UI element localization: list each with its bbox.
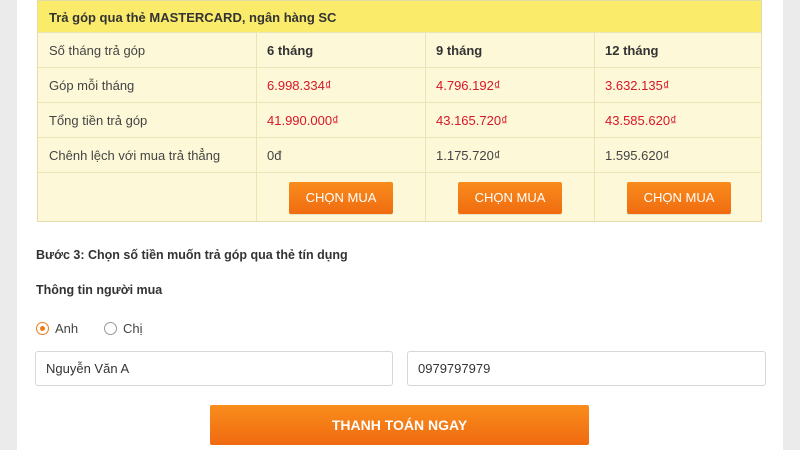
step-3-title: Bước 3: Chọn số tiền muốn trả góp qua th… xyxy=(36,248,348,262)
gender-radio-anh[interactable]: Anh xyxy=(36,320,78,336)
empty-cell xyxy=(38,173,256,221)
row-label: Chênh lệch với mua trả thẳng xyxy=(49,148,221,163)
pay-now-button[interactable]: THANH TOÁN NGAY xyxy=(210,405,589,445)
row-total: Tổng tiền trả góp 41.990.000₫ 43.165.720… xyxy=(38,102,761,137)
difference-6: 0đ xyxy=(256,138,425,172)
phone-input[interactable]: 0979797979 xyxy=(407,351,766,386)
gender-radio-chi[interactable]: Chị xyxy=(104,320,143,336)
row-monthly-payment: Góp mỗi tháng 6.998.334₫ 4.796.192₫ 3.63… xyxy=(38,67,761,102)
difference-9: 1.175.720₫ xyxy=(425,138,594,172)
buyer-info-title: Thông tin người mua xyxy=(36,283,163,297)
action-cell-12: CHỌN MUA xyxy=(594,173,761,221)
radio-unchecked-icon[interactable] xyxy=(104,321,117,335)
total-9: 43.165.720₫ xyxy=(425,103,594,137)
months-12: 12 tháng xyxy=(594,33,761,67)
difference-12: 1.595.620₫ xyxy=(594,138,761,172)
row-difference: Chênh lệch với mua trả thẳng 0đ 1.175.72… xyxy=(38,137,761,172)
monthly-payment-12: 3.632.135₫ xyxy=(594,68,761,102)
row-months: Số tháng trả góp 6 tháng 9 tháng 12 thán… xyxy=(38,32,761,67)
monthly-payment-6: 6.998.334₫ xyxy=(256,68,425,102)
months-6: 6 tháng xyxy=(256,33,425,67)
total-12: 43.585.620₫ xyxy=(594,103,761,137)
monthly-payment-9: 4.796.192₫ xyxy=(425,68,594,102)
total-6: 41.990.000₫ xyxy=(256,103,425,137)
name-input[interactable]: Nguyễn Văn A xyxy=(35,351,393,386)
plan-header: Trả góp qua thẻ MASTERCARD, ngân hàng SC xyxy=(38,1,761,32)
action-cell-9: CHỌN MUA xyxy=(425,173,594,221)
radio-checked-icon[interactable] xyxy=(36,321,49,335)
row-label: Góp mỗi tháng xyxy=(49,78,135,93)
radio-label: Chị xyxy=(123,320,143,336)
row-actions: CHỌN MUA CHỌN MUA CHỌN MUA xyxy=(38,172,761,221)
months-9: 9 tháng xyxy=(425,33,594,67)
buy-button-6-months[interactable]: CHỌN MUA xyxy=(289,182,393,214)
installment-card: Trả góp qua thẻ MASTERCARD, ngân hàng SC… xyxy=(17,0,783,450)
radio-label: Anh xyxy=(55,320,79,336)
action-cell-6: CHỌN MUA xyxy=(256,173,425,221)
row-label: Tổng tiền trả góp xyxy=(49,113,148,128)
buy-button-9-months[interactable]: CHỌN MUA xyxy=(458,182,562,214)
buy-button-12-months[interactable]: CHỌN MUA xyxy=(627,182,731,214)
installment-plan-table: Trả góp qua thẻ MASTERCARD, ngân hàng SC… xyxy=(37,0,762,222)
row-label: Số tháng trả góp xyxy=(49,43,146,58)
